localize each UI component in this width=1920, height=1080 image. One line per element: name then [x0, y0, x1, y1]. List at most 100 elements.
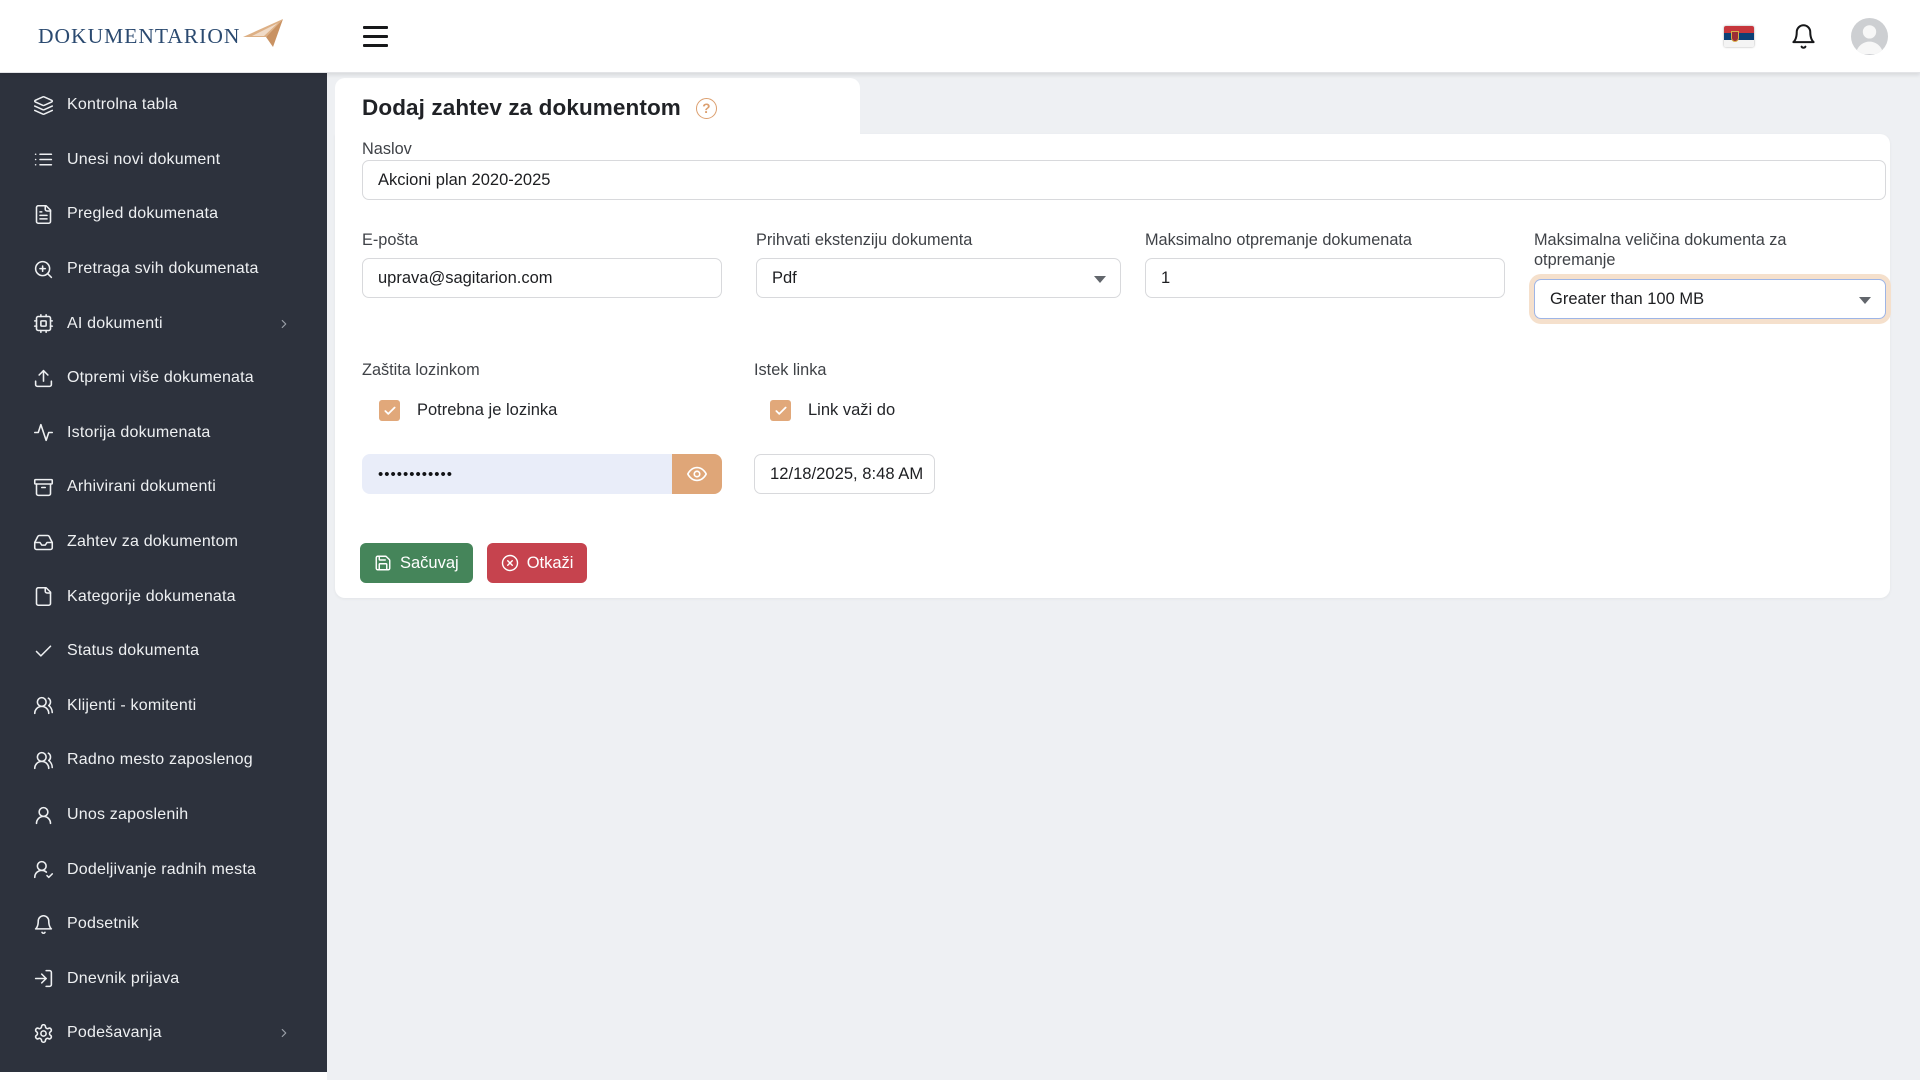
- toggle-password-visibility-button[interactable]: [672, 454, 722, 494]
- sidebar-item-label: Unos zaposlenih: [67, 806, 189, 824]
- sidebar-item-label: Podešavanja: [67, 1024, 162, 1042]
- sidebar-item-ai-dokumenti[interactable]: AI dokumenti: [0, 296, 327, 351]
- save-icon: [375, 555, 391, 571]
- cancel-button[interactable]: Otkaži: [486, 543, 588, 583]
- naslov-input[interactable]: Akcioni plan 2020-2025: [362, 160, 1886, 200]
- avatar[interactable]: [1851, 17, 1888, 55]
- expiry-date-input[interactable]: 12/18/2025, 8:48 AM: [754, 454, 935, 494]
- zoom-in-icon: [34, 260, 53, 278]
- cpu-icon: [33, 314, 54, 334]
- login-icon: [34, 970, 53, 988]
- expiry-section-label: Istek linka: [754, 361, 827, 379]
- password-input[interactable]: ••••••••••••: [362, 454, 672, 494]
- circle-x-icon: [501, 554, 518, 572]
- sidebar-item-label: Otpremi više dokumenata: [67, 369, 254, 387]
- chevron-down-icon: [1094, 276, 1106, 283]
- users-icon: [33, 751, 54, 770]
- menu-toggle-button[interactable]: [363, 24, 388, 48]
- sidebar: Kontrolna tabla Unesi novi dokument Pregle…: [0, 73, 327, 1072]
- brand-logo-text: DOKUMENTARION: [38, 23, 241, 48]
- save-button-label: Sačuvaj: [400, 553, 459, 572]
- sidebar-item-label: Dodeljivanje radnih mesta: [67, 860, 257, 878]
- sidebar-item-label: Klijenti - komitenti: [67, 696, 197, 714]
- sidebar-item-kategorije-dokumenata[interactable]: Kategorije dokumenata: [0, 569, 327, 624]
- page-title-card: Dodaj zahtev za dokumentom ?: [335, 78, 860, 138]
- layers-icon: [33, 95, 54, 115]
- chevron-right-icon: [277, 317, 291, 331]
- check-icon: [774, 406, 787, 415]
- sidebar-item-unos-zaposlenih[interactable]: Unos zaposlenih: [0, 788, 327, 843]
- serbia-flag-icon[interactable]: [1724, 25, 1754, 47]
- user-icon: [35, 806, 52, 824]
- activity-icon: [33, 424, 54, 442]
- user-silhouette-icon: [1855, 24, 1884, 54]
- chevron-right-icon: [277, 1026, 291, 1040]
- sidebar-item-label: Kontrolna tabla: [67, 96, 178, 114]
- sidebar-item-label: AI dokumenti: [67, 314, 163, 332]
- bell-icon: [1792, 23, 1815, 49]
- bell-icon: [34, 914, 53, 934]
- gear-icon: [34, 1023, 53, 1043]
- sidebar-item-status-dokumenta[interactable]: Status dokumenta: [0, 624, 327, 679]
- notifications-button[interactable]: [1790, 23, 1817, 50]
- password-required-label: Potrebna je lozinka: [417, 401, 558, 419]
- link-valid-label: Link važi do: [808, 401, 896, 419]
- check-icon: [35, 645, 52, 657]
- sidebar-item-label: Istorija dokumenata: [67, 423, 211, 441]
- sidebar-item-label: Arhivirani dokumenti: [67, 478, 216, 496]
- sidebar-item-klijenti-komitenti[interactable]: Klijenti - komitenti: [0, 679, 327, 734]
- brand-logo: DOKUMENTARION: [0, 19, 327, 50]
- file-text-icon: [35, 204, 52, 225]
- sidebar-nav: Kontrolna tabla Unesi novi dokument Pregle…: [0, 78, 327, 1061]
- email-input[interactable]: uprava@sagitarion.com: [362, 258, 722, 298]
- sidebar-item-label: Pregled dokumenata: [67, 205, 219, 223]
- extension-select-value: Pdf: [772, 268, 797, 287]
- page-title: Dodaj zahtev za dokumentom: [362, 95, 681, 120]
- email-label: E-pošta: [362, 231, 419, 249]
- sidebar-item-pregled-dokumenata[interactable]: Pregled dokumenata: [0, 187, 327, 242]
- archive-icon: [33, 478, 54, 497]
- sidebar-item-arhivirani-dokumenti[interactable]: Arhivirani dokumenti: [0, 460, 327, 515]
- password-required-checkbox[interactable]: [379, 400, 400, 421]
- sidebar-item-label: Zahtev za dokumentom: [67, 533, 239, 551]
- sidebar-item-label: Kategorije dokumenata: [67, 587, 236, 605]
- sidebar-item-radno-mesto-zaposlenog[interactable]: Radno mesto zaposlenog: [0, 733, 327, 788]
- file-icon: [35, 587, 52, 607]
- users-icon: [33, 697, 54, 715]
- sidebar-item-zahtev-za-dokumentom[interactable]: Zahtev za dokumentom: [0, 515, 327, 570]
- upload-icon: [34, 369, 53, 387]
- check-icon: [383, 406, 396, 415]
- chevron-right-icon: [281, 319, 287, 328]
- sidebar-item-unesi-novi-dokument[interactable]: Unesi novi dokument: [0, 133, 327, 188]
- chevron-down-icon: [1859, 297, 1871, 304]
- list-icon: [34, 153, 53, 166]
- inbox-icon: [33, 534, 54, 550]
- max-size-label: Maksimalna veličina dokumenta za otprema…: [1534, 231, 1787, 269]
- sidebar-item-label: Status dokumenta: [67, 642, 200, 660]
- sidebar-item-podsetnik[interactable]: Podsetnik: [0, 897, 327, 952]
- sidebar-item-istorija-dokumenata[interactable]: Istorija dokumenata: [0, 406, 327, 461]
- sidebar-item-kontrolna-tabla[interactable]: Kontrolna tabla: [0, 78, 327, 133]
- max-docs-label: Maksimalno otpremanje dokumenata: [1145, 231, 1412, 249]
- user-check-icon: [33, 860, 54, 879]
- sidebar-bottom-strip: [0, 1072, 327, 1080]
- chevron-right-icon: [281, 1029, 287, 1038]
- sidebar-item-dnevnik-prijava[interactable]: Dnevnik prijava: [0, 952, 327, 1007]
- sidebar-item-label: Podsetnik: [67, 915, 140, 933]
- sidebar-item-label: Dnevnik prijava: [67, 969, 180, 987]
- extension-select[interactable]: Pdf: [756, 258, 1121, 298]
- sidebar-item-label: Unesi novi dokument: [67, 150, 221, 168]
- naslov-label: Naslov: [362, 140, 412, 158]
- help-icon[interactable]: ?: [695, 97, 717, 119]
- password-section-label: Zaštita lozinkom: [362, 361, 480, 379]
- sidebar-item-dodeljivanje-radnih-mesta[interactable]: Dodeljivanje radnih mesta: [0, 842, 327, 897]
- save-button[interactable]: Sačuvaj: [360, 543, 473, 583]
- max-docs-input[interactable]: 1: [1145, 258, 1505, 298]
- max-size-select[interactable]: Greater than 100 MB: [1534, 279, 1886, 319]
- sidebar-item-pretraga-svih-dokumenata[interactable]: Pretraga svih dokumenata: [0, 242, 327, 297]
- extension-label: Prihvati ekstenziju dokumenta: [756, 231, 973, 249]
- sidebar-item-otpremi-više-dokumenata[interactable]: Otpremi više dokumenata: [0, 351, 327, 406]
- cancel-button-label: Otkaži: [526, 553, 574, 572]
- sidebar-item-podešavanja[interactable]: Podešavanja: [0, 1006, 327, 1061]
- link-valid-checkbox[interactable]: [770, 400, 791, 421]
